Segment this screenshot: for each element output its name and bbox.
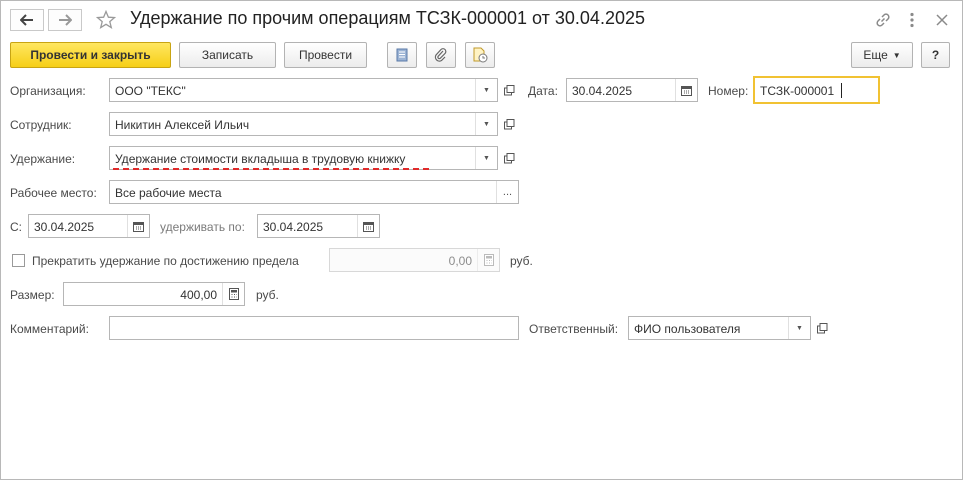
date-value: 30.04.2025 xyxy=(572,84,633,98)
open-responsible-button[interactable] xyxy=(812,318,832,338)
ellipsis-icon: ... xyxy=(502,186,513,198)
size-currency: руб. xyxy=(256,288,279,302)
report-button[interactable] xyxy=(465,42,495,68)
date-label: Дата: xyxy=(528,84,558,98)
stop-limit-checkbox[interactable] xyxy=(12,254,25,267)
help-button[interactable]: ? xyxy=(921,42,950,68)
paperclip-icon xyxy=(434,48,447,62)
limit-amount-value: 0,00 xyxy=(448,254,472,268)
to-date-value: 30.04.2025 xyxy=(263,220,324,234)
size-field[interactable]: 400,00 xyxy=(63,282,245,306)
calendar-button[interactable] xyxy=(675,79,697,101)
open-icon xyxy=(503,84,514,95)
open-icon xyxy=(503,152,514,163)
workplace-value: Все рабочие места xyxy=(115,186,222,200)
post-button[interactable]: Провести xyxy=(284,42,367,68)
text-cursor xyxy=(841,83,842,98)
post-and-close-button[interactable]: Провести и закрыть xyxy=(10,42,171,68)
page-title: Удержание по прочим операциям ТСЗК-00000… xyxy=(130,8,645,28)
more-button[interactable]: Еще ▼ xyxy=(851,42,913,68)
from-date-value: 30.04.2025 xyxy=(34,220,95,234)
chevron-down-icon: ▼ xyxy=(483,154,490,162)
attach-button[interactable] xyxy=(426,42,456,68)
calculator-icon xyxy=(228,288,239,300)
calculator-icon xyxy=(483,254,494,266)
from-date-field[interactable]: 30.04.2025 xyxy=(28,214,150,238)
chevron-down-icon: ▼ xyxy=(483,120,490,128)
employee-field[interactable]: Никитин Алексей Ильич ▼ xyxy=(109,112,498,136)
calendar-button[interactable] xyxy=(127,215,149,237)
arrow-right-icon xyxy=(59,14,72,26)
calendar-button[interactable] xyxy=(357,215,379,237)
star-icon[interactable] xyxy=(95,9,117,31)
employee-value: Никитин Алексей Ильич xyxy=(115,118,250,132)
workplace-label: Рабочее место: xyxy=(10,186,97,200)
employee-label: Сотрудник: xyxy=(10,118,72,132)
deduction-value: Удержание стоимости вкладыша в трудовую … xyxy=(115,152,406,166)
organization-field[interactable]: ООО "ТЕКС" ▼ xyxy=(109,78,498,102)
stop-limit-label: Прекратить удержание по достижению преде… xyxy=(32,254,299,268)
chevron-down-icon: ▼ xyxy=(483,86,490,94)
more-vertical-icon[interactable] xyxy=(902,10,922,30)
open-employee-button[interactable] xyxy=(499,114,519,134)
number-label: Номер: xyxy=(708,84,749,98)
spellcheck-underline xyxy=(113,168,429,170)
organization-label: Организация: xyxy=(10,84,86,98)
journal-button[interactable] xyxy=(387,42,417,68)
chevron-down-icon: ▼ xyxy=(892,50,901,60)
limit-currency: руб. xyxy=(510,254,533,268)
to-date-field[interactable]: 30.04.2025 xyxy=(257,214,380,238)
dropdown-button[interactable]: ▼ xyxy=(475,113,497,135)
responsible-value: ФИО пользователя xyxy=(634,322,741,336)
responsible-field[interactable]: ФИО пользователя ▼ xyxy=(628,316,811,340)
size-label: Размер: xyxy=(10,288,55,302)
size-value: 400,00 xyxy=(180,288,217,302)
workplace-field[interactable]: Все рабочие места ... xyxy=(109,180,519,204)
open-icon xyxy=(503,118,514,129)
select-button[interactable]: ... xyxy=(496,181,518,203)
dropdown-button[interactable]: ▼ xyxy=(475,79,497,101)
date-field[interactable]: 30.04.2025 xyxy=(566,78,698,102)
open-deduction-button[interactable] xyxy=(499,148,519,168)
limit-amount-field: 0,00 xyxy=(329,248,500,272)
back-button[interactable] xyxy=(10,9,44,31)
calculator-button[interactable] xyxy=(222,283,244,305)
deduction-field[interactable]: Удержание стоимости вкладыша в трудовую … xyxy=(109,146,498,170)
number-field[interactable]: ТСЗК-000001 xyxy=(753,76,880,104)
calendar-icon xyxy=(363,221,374,232)
close-icon[interactable] xyxy=(932,10,952,30)
more-button-label: Еще xyxy=(863,48,888,62)
dropdown-button[interactable]: ▼ xyxy=(475,147,497,169)
chevron-down-icon: ▼ xyxy=(796,324,803,332)
comment-field[interactable] xyxy=(109,316,519,340)
forward-button[interactable] xyxy=(48,9,82,31)
window-frame xyxy=(0,0,963,480)
arrow-left-icon xyxy=(20,14,33,26)
number-value: ТСЗК-000001 xyxy=(760,84,835,98)
to-label: удерживать по: xyxy=(160,220,245,234)
open-icon xyxy=(816,322,827,333)
link-icon[interactable] xyxy=(873,10,893,30)
calculator-button xyxy=(477,249,499,271)
calendar-icon xyxy=(681,85,692,96)
from-label: С: xyxy=(10,220,22,234)
open-organization-button[interactable] xyxy=(499,80,519,100)
responsible-label: Ответственный: xyxy=(529,322,619,336)
calendar-icon xyxy=(133,221,144,232)
organization-value: ООО "ТЕКС" xyxy=(115,84,186,98)
save-button[interactable]: Записать xyxy=(179,42,276,68)
comment-label: Комментарий: xyxy=(10,322,89,336)
document-list-icon xyxy=(396,48,408,62)
deduction-label: Удержание: xyxy=(10,152,76,166)
document-clock-icon xyxy=(473,47,488,63)
dropdown-button[interactable]: ▼ xyxy=(788,317,810,339)
